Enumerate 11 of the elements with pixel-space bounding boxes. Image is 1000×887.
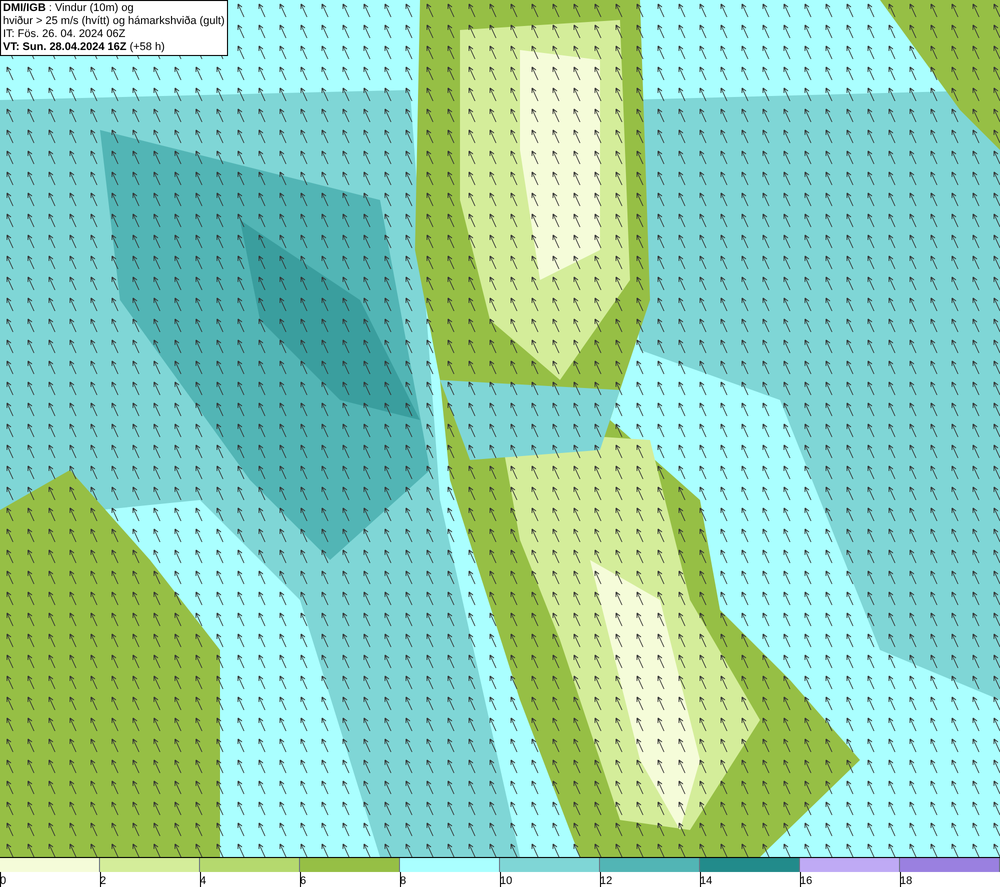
legend-label: 2 bbox=[100, 875, 106, 887]
legend-label: 18 bbox=[900, 875, 912, 887]
info-text: DMI/IGB : Vindur (10m) og bbox=[3, 2, 135, 15]
info-text: hviður > 25 m/s (hvítt) og hámarkshviða (gult) bbox=[3, 15, 225, 28]
legend-label: 4 bbox=[200, 875, 206, 887]
info-text: IT: Fös. 26. 04. 2024 06Z bbox=[3, 28, 126, 41]
legend-label: 10 bbox=[500, 875, 512, 887]
legend-label: 14 bbox=[700, 875, 712, 887]
legend-label: 12 bbox=[600, 875, 612, 887]
info-text: VT: Sun. 28.04.2024 16Z (+58 h) bbox=[3, 41, 166, 54]
legend-label: 16 bbox=[800, 875, 812, 887]
